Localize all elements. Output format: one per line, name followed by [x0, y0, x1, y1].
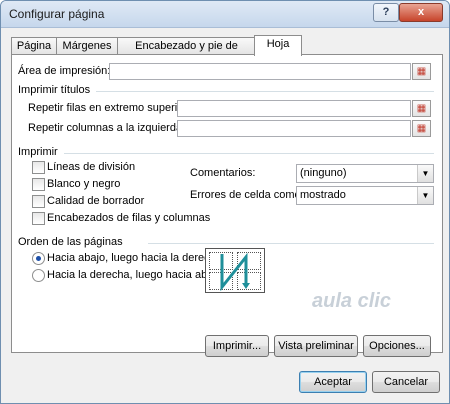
- comments-select[interactable]: (ninguno) ▼: [296, 164, 434, 183]
- sheet-panel: Área de impresión: ▦ Imprimir títulos Re…: [11, 54, 443, 357]
- print-area-input[interactable]: [109, 63, 411, 80]
- repeat-cols-input[interactable]: [177, 120, 411, 137]
- collapse-icon[interactable]: ▦: [412, 63, 431, 80]
- repeat-cols-label: Repetir columnas a la izquierda:: [28, 122, 186, 134]
- watermark-logo: aula clic: [312, 290, 391, 312]
- row-col-headings-checkbox[interactable]: [32, 212, 45, 225]
- order-down-radio[interactable]: [32, 252, 45, 265]
- print-heading: Imprimir: [18, 146, 58, 158]
- collapse-icon[interactable]: ▦: [412, 100, 431, 117]
- repeat-rows-input[interactable]: [177, 100, 411, 117]
- divider: [96, 91, 434, 92]
- page-order-preview: [205, 248, 265, 293]
- print-button[interactable]: Imprimir...: [205, 335, 269, 357]
- errors-select[interactable]: mostrado ▼: [296, 186, 434, 205]
- tab-pagina[interactable]: Página: [11, 37, 57, 55]
- errors-label: Errores de celda como:: [190, 189, 304, 201]
- black-white-label: Blanco y negro: [47, 178, 121, 190]
- comments-value: (ninguno): [300, 167, 347, 179]
- order-arrow-icon: [220, 252, 250, 292]
- repeat-rows-label: Repetir filas en extremo superior:: [28, 102, 191, 114]
- gridlines-checkbox[interactable]: [32, 161, 45, 174]
- order-down-label: Hacia abajo, luego hacia la derecha: [47, 252, 222, 264]
- chevron-down-icon: ▼: [417, 165, 433, 182]
- print-titles-heading: Imprimir títulos: [18, 84, 91, 96]
- black-white-checkbox[interactable]: [32, 178, 45, 191]
- print-preview-button[interactable]: Vista preliminar: [274, 335, 358, 357]
- title-bar: Configurar página ? x: [1, 1, 449, 28]
- window-title: Configurar página: [9, 7, 105, 21]
- close-button[interactable]: x: [399, 3, 443, 22]
- print-area-label: Área de impresión:: [18, 65, 111, 77]
- page-order-heading: Orden de las páginas: [18, 236, 123, 248]
- tab-hoja[interactable]: Hoja: [254, 35, 302, 56]
- comments-label: Comentarios:: [190, 167, 256, 179]
- ok-button[interactable]: Aceptar: [299, 371, 367, 393]
- row-col-headings-label: Encabezados de filas y columnas: [47, 212, 211, 224]
- chevron-down-icon: ▼: [417, 187, 433, 204]
- draft-quality-label: Calidad de borrador: [47, 195, 145, 207]
- options-button[interactable]: Opciones...: [363, 335, 431, 357]
- cancel-button[interactable]: Cancelar: [372, 371, 440, 393]
- draft-quality-checkbox[interactable]: [32, 195, 45, 208]
- help-button[interactable]: ?: [373, 3, 399, 22]
- gridlines-label: Líneas de división: [47, 161, 136, 173]
- divider: [148, 243, 434, 244]
- tab-margenes[interactable]: Márgenes: [56, 37, 118, 55]
- order-right-radio[interactable]: [32, 269, 45, 282]
- tab-encabezado[interactable]: Encabezado y pie de página: [117, 37, 256, 69]
- errors-value: mostrado: [300, 189, 346, 201]
- collapse-icon[interactable]: ▦: [412, 120, 431, 137]
- divider: [64, 153, 434, 154]
- dialog-window: Configurar página ? x Página Márgenes En…: [0, 0, 450, 404]
- order-right-label: Hacia la derecha, luego hacia abajo: [47, 269, 222, 281]
